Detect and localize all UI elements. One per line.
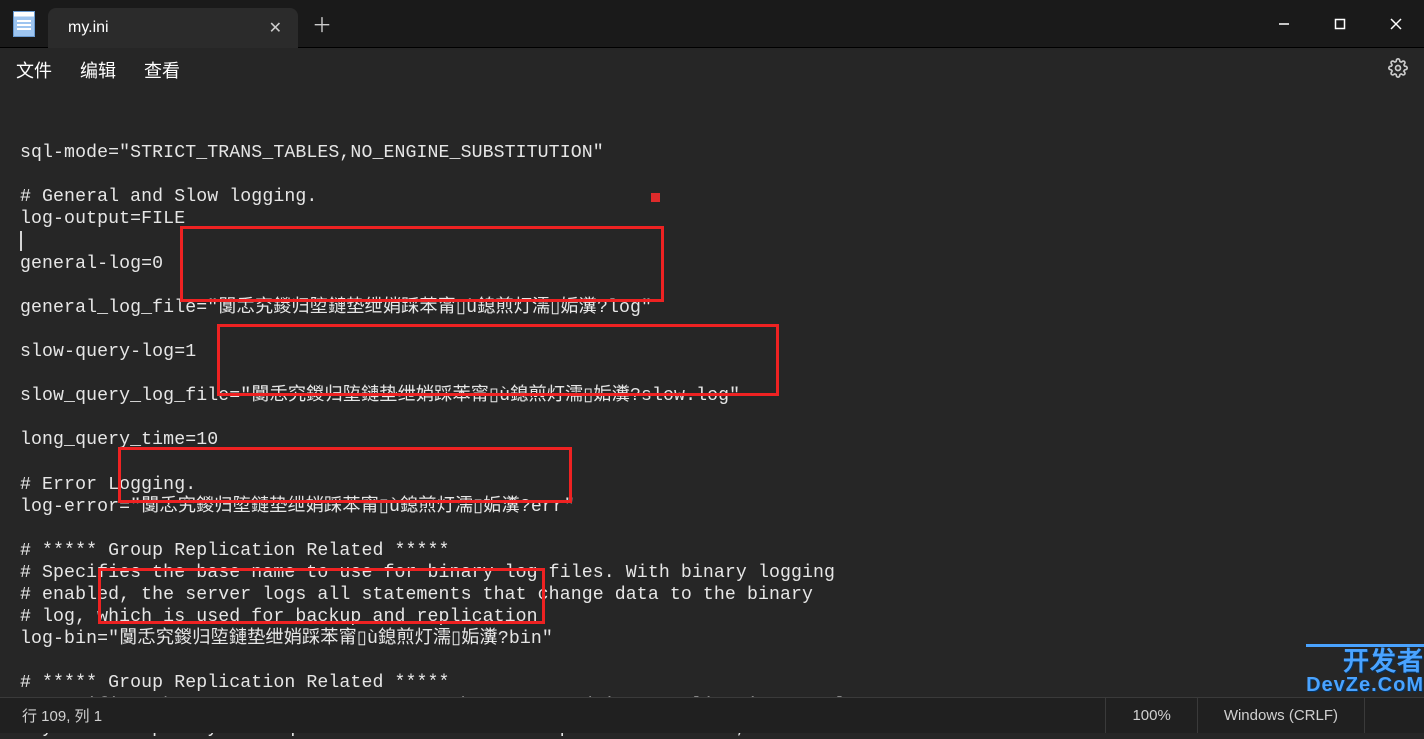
editor-line	[20, 231, 1404, 253]
editor-line	[20, 650, 1404, 672]
editor-line	[20, 275, 1404, 297]
close-window-button[interactable]	[1368, 0, 1424, 48]
gear-icon[interactable]	[1388, 58, 1408, 83]
status-zoom[interactable]: 100%	[1105, 698, 1196, 733]
editor-line: general-log=0	[20, 253, 1404, 275]
tab-title: my.ini	[68, 19, 109, 37]
close-icon[interactable]: ✕	[269, 18, 282, 38]
titlebar-left: my.ini ✕ ＋	[0, 0, 346, 47]
maximize-button[interactable]	[1312, 0, 1368, 48]
tab-active[interactable]: my.ini ✕	[48, 8, 298, 48]
editor-line: slow-query-log=1	[20, 341, 1404, 363]
editor-line: # log, which is used for backup and repl…	[20, 606, 1404, 628]
editor-line: # ***** Group Replication Related *****	[20, 672, 1404, 694]
editor-line	[20, 452, 1404, 474]
editor-line	[20, 407, 1404, 429]
editor-line: long_query_time=10	[20, 429, 1404, 451]
editor-line: # enabled, the server logs all statement…	[20, 584, 1404, 606]
minimize-button[interactable]	[1256, 0, 1312, 48]
status-encoding-empty	[1364, 698, 1424, 733]
statusbar: 行 109, 列 1 100% Windows (CRLF)	[0, 697, 1424, 733]
editor-line: # General and Slow logging.	[20, 186, 1404, 208]
editor-line: slow_query_log_file="闅忎究鍐归埅鏈垫绁娋踩苯甯▯ù鎴煎灯濡…	[20, 385, 1404, 407]
editor-line: log-output=FILE	[20, 208, 1404, 230]
red-marker	[651, 193, 660, 202]
editor-line: # Error Logging.	[20, 474, 1404, 496]
editor-line	[20, 518, 1404, 540]
menubar: 文件 编辑 查看	[0, 48, 1424, 92]
editor-line	[20, 363, 1404, 385]
editor-line: # Specifies the base name to use for bin…	[20, 562, 1404, 584]
editor-line: general_log_file="闅忎究鍐归埅鏈垫绁娋踩苯甯▯ù鎴煎灯濡▯姤瀵…	[20, 297, 1404, 319]
editor-line: log-bin="闅忎究鍐归埅鏈垫绁娋踩苯甯▯ù鎴煎灯濡▯姤瀵?bin"	[20, 628, 1404, 650]
editor-line: log-error="闅忎究鍐归埅鏈垫绁娋踩苯甯▯ù鎴煎灯濡▯姤瀵?err"	[20, 496, 1404, 518]
status-eol[interactable]: Windows (CRLF)	[1197, 698, 1364, 733]
menu-edit[interactable]: 编辑	[80, 57, 116, 83]
titlebar: my.ini ✕ ＋	[0, 0, 1424, 48]
editor-line: sql-mode="STRICT_TRANS_TABLES,NO_ENGINE_…	[20, 142, 1404, 164]
status-position: 行 109, 列 1	[0, 705, 102, 726]
text-editor[interactable]: sql-mode="STRICT_TRANS_TABLES,NO_ENGINE_…	[0, 92, 1424, 739]
window-controls	[1256, 0, 1424, 48]
menu-file[interactable]: 文件	[16, 57, 52, 83]
editor-line	[20, 164, 1404, 186]
editor-line	[20, 319, 1404, 341]
notepad-app-icon	[0, 0, 48, 48]
menu-view[interactable]: 查看	[144, 57, 180, 83]
editor-line: # ***** Group Replication Related *****	[20, 540, 1404, 562]
new-tab-button[interactable]: ＋	[298, 9, 346, 38]
